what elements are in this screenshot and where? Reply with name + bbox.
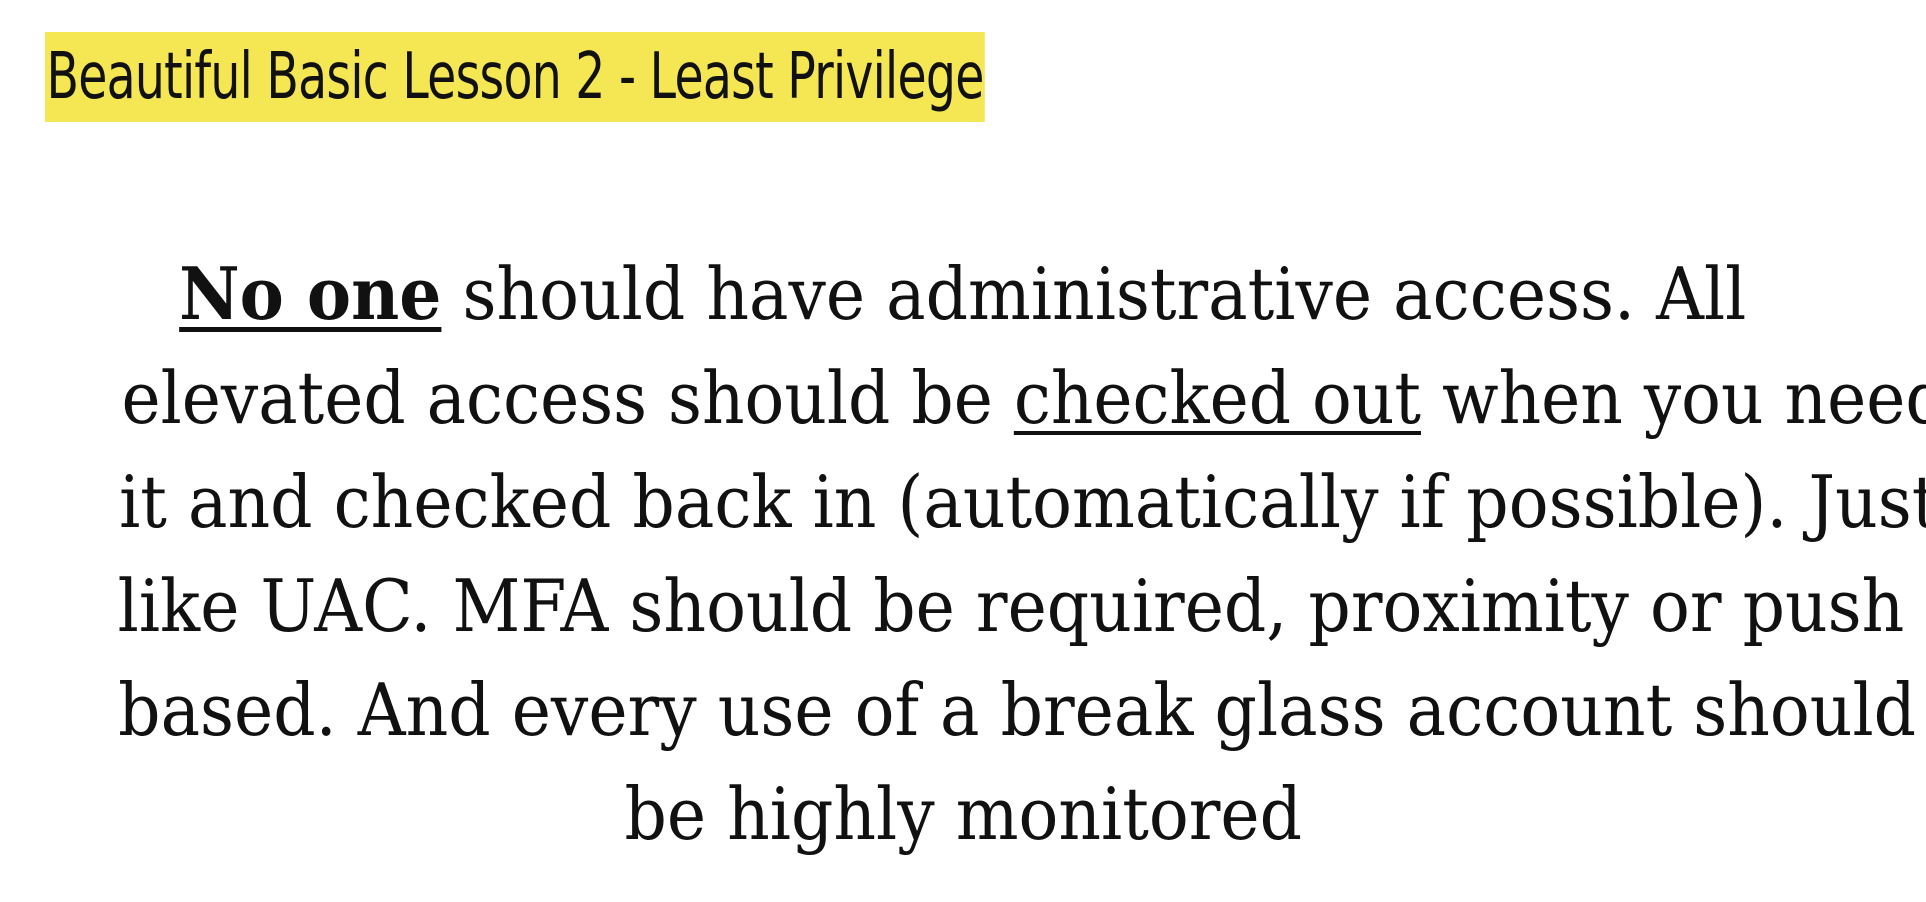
slide-body: No one should have administrative access… — [40, 242, 1926, 866]
body-line-3: it and checked back in (automatically if… — [40, 450, 1926, 554]
emphasis-no-one: No one — [179, 251, 442, 336]
body-line-2-after: when you need — [1420, 356, 1926, 440]
body-line-4-text: like UAC. MFA should be required, proxim… — [117, 564, 1905, 648]
slide-title: Beautiful Basic Lesson 2 - Least Privile… — [45, 32, 986, 122]
body-line-6: be highly monitored — [40, 762, 1886, 866]
slide: Beautiful Basic Lesson 2 - Least Privile… — [0, 0, 1926, 902]
body-line-1: No one should have administrative access… — [40, 242, 1886, 346]
body-line-6-text: be highly monitored — [624, 772, 1302, 856]
body-line-4: like UAC. MFA should be required, proxim… — [40, 554, 1905, 658]
body-line-5-text: based. And every use of a break glass ac… — [118, 668, 1917, 752]
body-line-5: based. And every use of a break glass ac… — [40, 658, 1916, 762]
body-line-3-text: it and checked back in (automatically if… — [119, 460, 1926, 544]
body-line-2: elevated access should be checked out wh… — [40, 346, 1926, 450]
emphasis-checked-out: checked out — [1013, 356, 1421, 440]
body-line-2-before: elevated access should be — [121, 356, 1014, 440]
body-line-1-text: should have administrative access. All — [441, 252, 1747, 336]
